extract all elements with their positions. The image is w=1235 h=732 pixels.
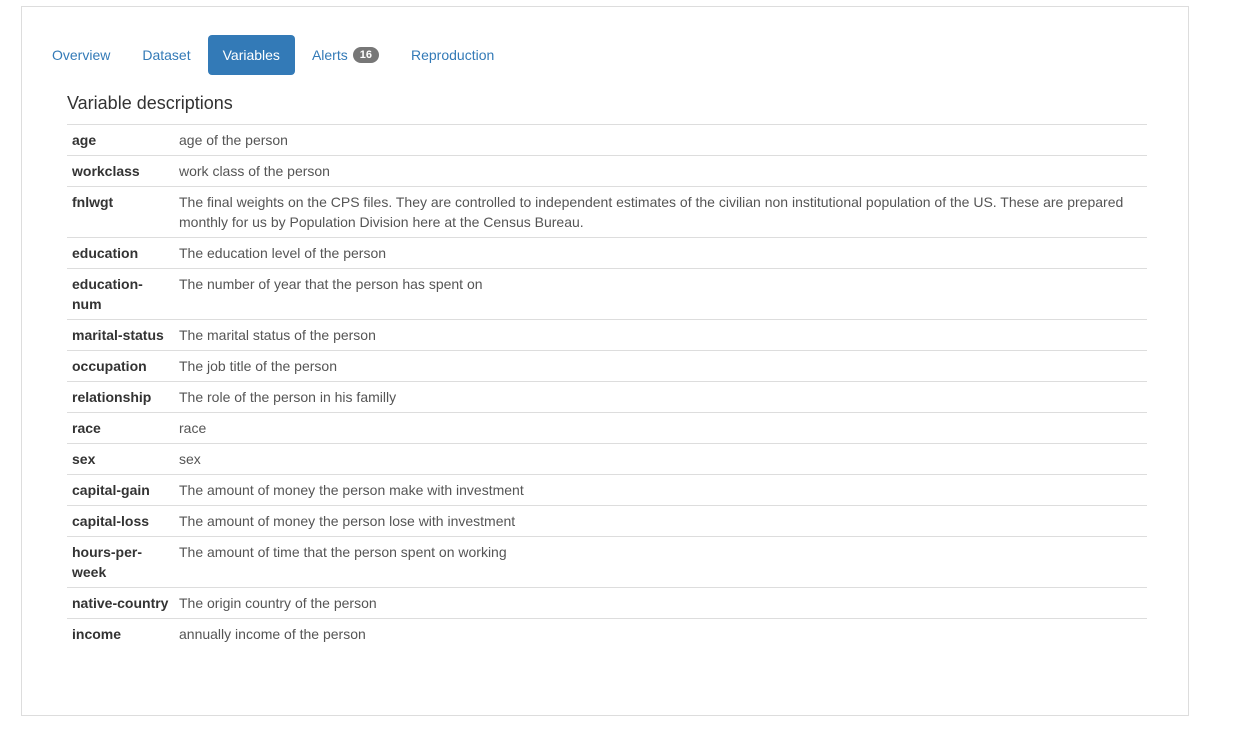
variable-name: capital-loss [67,505,174,537]
tab-overview[interactable]: Overview [37,35,125,75]
variable-description: The amount of money the person make with… [174,474,1147,506]
tab-label: Variables [222,47,280,63]
table-row: occupation The job title of the person [67,350,1147,382]
report-panel: Overview Dataset Variables Alerts 16 Rep… [21,6,1189,716]
variable-name: age [67,124,174,156]
table-row: age age of the person [67,124,1147,156]
alerts-count-badge: 16 [352,47,379,63]
variable-name: race [67,412,174,444]
variable-description: race [174,412,1147,444]
variable-description: work class of the person [174,155,1147,187]
tab-label: Reproduction [410,47,495,63]
variable-description: The origin country of the person [174,587,1147,619]
table-row: relationship The role of the person in h… [67,381,1147,413]
tab-dataset[interactable]: Dataset [127,35,205,75]
table-row: capital-gain The amount of money the per… [67,474,1147,506]
variable-name: marital-status [67,319,174,351]
variable-description: The final weights on the CPS files. They… [174,186,1147,238]
table-row: capital-loss The amount of money the per… [67,505,1147,537]
variable-name: native-country [67,587,174,619]
section-title: Variable descriptions [67,93,233,113]
variable-description: The education level of the person [174,237,1147,269]
variable-name: fnlwgt [67,186,174,238]
tab-label: Dataset [142,47,191,63]
table-row: workclass work class of the person [67,155,1147,187]
report-tabs: Overview Dataset Variables Alerts 16 Rep… [37,35,511,75]
table-row: race race [67,412,1147,444]
variable-description: The marital status of the person [174,319,1147,351]
tab-reproduction[interactable]: Reproduction [396,35,509,75]
variable-name: education [67,237,174,269]
variable-description: sex [174,443,1147,475]
variable-name: hours-per-week [67,536,174,588]
variable-name: income [67,618,174,649]
variable-name: education-num [67,268,174,320]
variable-description: age of the person [174,124,1147,156]
table-row: sex sex [67,443,1147,475]
table-row: native-country The origin country of the… [67,587,1147,619]
table-row: marital-status The marital status of the… [67,319,1147,351]
tab-label: Overview [52,47,111,63]
table-row: education The education level of the per… [67,237,1147,269]
table-row: income annually income of the person [67,618,1147,649]
variable-description: The amount of time that the person spent… [174,536,1147,588]
variable-description: The job title of the person [174,350,1147,382]
tab-alerts[interactable]: Alerts 16 [297,35,394,75]
table-row: education-num The number of year that th… [67,268,1147,320]
variable-name: occupation [67,350,174,382]
tab-variables[interactable]: Variables [207,35,295,75]
variable-description: annually income of the person [174,618,1147,649]
variable-description: The amount of money the person lose with… [174,505,1147,537]
table-row: fnlwgt The final weights on the CPS file… [67,186,1147,238]
variable-name: sex [67,443,174,475]
tab-label: Alerts [311,47,348,63]
variable-description: The role of the person in his familly [174,381,1147,413]
variable-name: relationship [67,381,174,413]
table-row: hours-per-week The amount of time that t… [67,536,1147,588]
variable-name: capital-gain [67,474,174,506]
variable-description: The number of year that the person has s… [174,268,1147,320]
variable-descriptions-table: age age of the person workclass work cla… [67,124,1147,649]
variable-name: workclass [67,155,174,187]
